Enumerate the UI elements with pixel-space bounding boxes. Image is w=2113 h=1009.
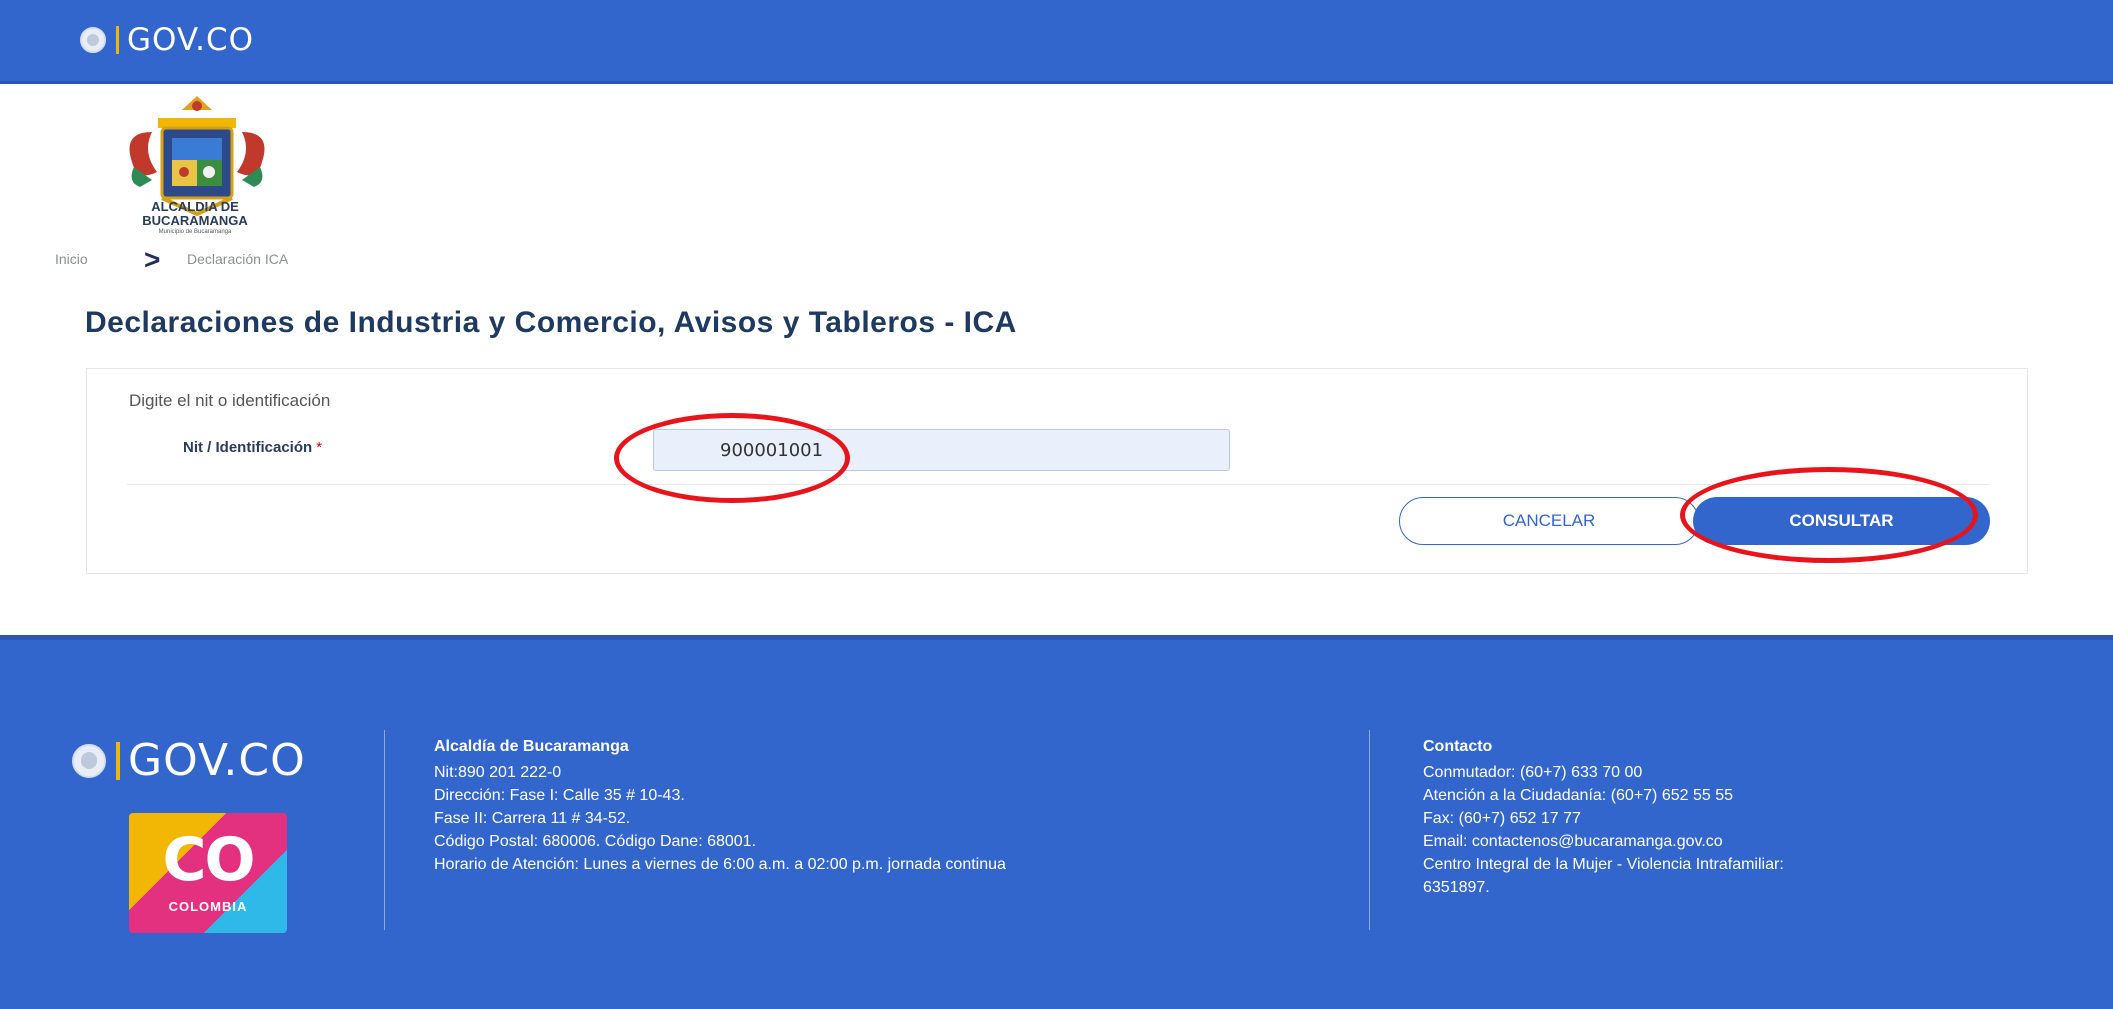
breadcrumb-home-link[interactable]: Inicio <box>55 251 88 267</box>
footer: GOV.CO CO COLOMBIA Alcaldía de Bucaraman… <box>0 635 2113 1009</box>
crest-caption: ALCALDIA DE BUCARAMANGA Municipio de Buc… <box>105 200 285 236</box>
footer-divider <box>1369 730 1370 930</box>
footer-contact-line: Conmutador: (60+7) 633 70 00 <box>1423 764 1643 781</box>
footer-entity-line: Código Postal: 680006. Código Dane: 6800… <box>434 833 757 850</box>
chevron-right-icon: > <box>144 244 161 275</box>
crest-line-2: BUCARAMANGA <box>142 213 248 228</box>
consultar-button[interactable]: CONSULTAR <box>1693 497 1990 545</box>
footer-contact-line: 6351897. <box>1423 879 1490 896</box>
govco-logo[interactable]: GOV.CO <box>80 22 254 58</box>
footer-entity-info: Alcaldía de Bucaramanga Nit:890 201 222-… <box>434 735 1334 876</box>
footer-govco-logo[interactable]: GOV.CO <box>72 735 306 786</box>
crest-line-1: ALCALDIA DE <box>151 199 239 214</box>
footer-entity-title: Alcaldía de Bucaramanga <box>434 738 629 755</box>
logo-separator <box>116 26 119 54</box>
form-instruction: Digite el nit o identificación <box>129 391 331 410</box>
colombia-shield-icon <box>80 27 106 53</box>
footer-divider <box>384 730 385 930</box>
colombia-shield-icon <box>72 743 106 778</box>
co-logo-sub: COLOMBIA <box>168 899 248 914</box>
co-colombia-logo: CO COLOMBIA <box>129 813 287 933</box>
footer-contact-info: Contacto Conmutador: (60+7) 633 70 00 At… <box>1423 735 2023 899</box>
footer-entity-line: Nit:890 201 222-0 <box>434 764 562 781</box>
footer-contact-title: Contacto <box>1423 738 1493 755</box>
page-title: Declaraciones de Industria y Comercio, A… <box>85 306 1017 339</box>
footer-email-link[interactable]: Email: contactenos@bucaramanga.gov.co <box>1423 830 2023 853</box>
footer-contact-line: Atención a la Ciudadanía: (60+7) 652 55 … <box>1423 787 1734 804</box>
footer-entity-line: Fase II: Carrera 11 # 34-52. <box>434 810 631 827</box>
cancel-button[interactable]: CANCELAR <box>1399 497 1699 545</box>
footer-contact-line: Centro Integral de la Mujer - Violencia … <box>1423 856 1784 873</box>
nit-form-card: Digite el nit o identificación Nit / Ide… <box>86 368 2028 574</box>
footer-entity-line: Horario de Atención: Lunes a viernes de … <box>434 856 1006 873</box>
co-logo-main: CO <box>162 825 255 895</box>
logo-separator <box>116 741 120 780</box>
crest-line-3: Municipio de Bucaramanga <box>158 229 232 235</box>
govco-text: GOV.CO <box>127 22 254 58</box>
footer-contact-line: Fax: (60+7) 652 17 77 <box>1423 810 1581 827</box>
form-divider <box>127 484 1989 485</box>
top-bar: GOV.CO <box>0 0 2113 84</box>
breadcrumb-current: Declaración ICA <box>187 251 289 267</box>
footer-entity-line: Dirección: Fase I: Calle 35 # 10-43. <box>434 787 685 804</box>
nit-field-label-text: Nit / Identificación <box>183 439 313 456</box>
nit-input[interactable] <box>653 429 1230 471</box>
nit-field-label: Nit / Identificación * <box>183 439 322 456</box>
required-mark: * <box>316 439 323 456</box>
footer-govco-text: GOV.CO <box>128 735 306 786</box>
